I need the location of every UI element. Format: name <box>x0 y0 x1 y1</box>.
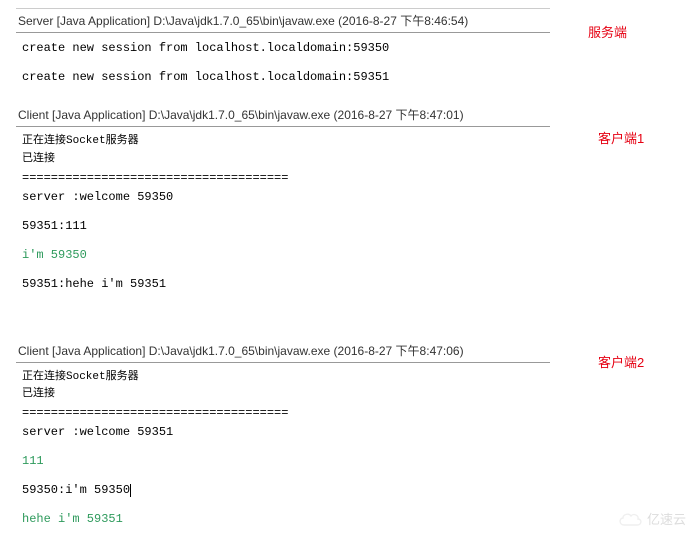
console-line: create new session from localhost.locald… <box>22 39 544 58</box>
client1-console-output[interactable]: 正在连接Socket服务器 已连接 ======================… <box>16 131 550 302</box>
console-line: 59351:111 <box>22 217 544 236</box>
client2-console-header: Client [Java Application] D:\Java\jdk1.7… <box>16 339 550 363</box>
console-line: 已连接 <box>22 386 544 404</box>
console-line: 正在连接Socket服务器 <box>22 133 544 151</box>
console-line: server :welcome 59351 <box>22 423 544 442</box>
console-line: server :welcome 59350 <box>22 188 544 207</box>
server-console-header: Server [Java Application] D:\Java\jdk1.7… <box>16 8 550 33</box>
annotation-client1: 客户端1 <box>598 128 644 147</box>
console-line: 59350:i'm 59350 <box>22 481 544 500</box>
console-line-mine: hehe i'm 59351 <box>22 510 544 529</box>
client2-console-output[interactable]: 正在连接Socket服务器 已连接 ======================… <box>16 367 550 538</box>
text-cursor <box>130 484 131 497</box>
console-line: 已连接 <box>22 151 544 169</box>
annotation-client2: 客户端2 <box>598 352 644 371</box>
watermark-text: 亿速云 <box>647 509 686 528</box>
console-line: create new session from localhost.locald… <box>22 68 544 87</box>
server-panel: Server [Java Application] D:\Java\jdk1.7… <box>0 0 550 95</box>
console-divider: ===================================== <box>22 169 544 188</box>
client2-panel: Client [Java Application] D:\Java\jdk1.7… <box>0 331 550 538</box>
console-line: 正在连接Socket服务器 <box>22 369 544 387</box>
server-console-output[interactable]: create new session from localhost.locald… <box>16 37 550 95</box>
watermark: 亿速云 <box>617 509 686 528</box>
annotation-server: 服务端 <box>588 22 627 41</box>
console-line-mine: i'm 59350 <box>22 246 544 265</box>
console-divider: ===================================== <box>22 404 544 423</box>
cloud-icon <box>617 511 643 527</box>
console-line: 59351:hehe i'm 59351 <box>22 275 544 294</box>
client1-panel: Client [Java Application] D:\Java\jdk1.7… <box>0 95 550 302</box>
client1-console-header: Client [Java Application] D:\Java\jdk1.7… <box>16 103 550 127</box>
console-line-mine: 111 <box>22 452 544 471</box>
